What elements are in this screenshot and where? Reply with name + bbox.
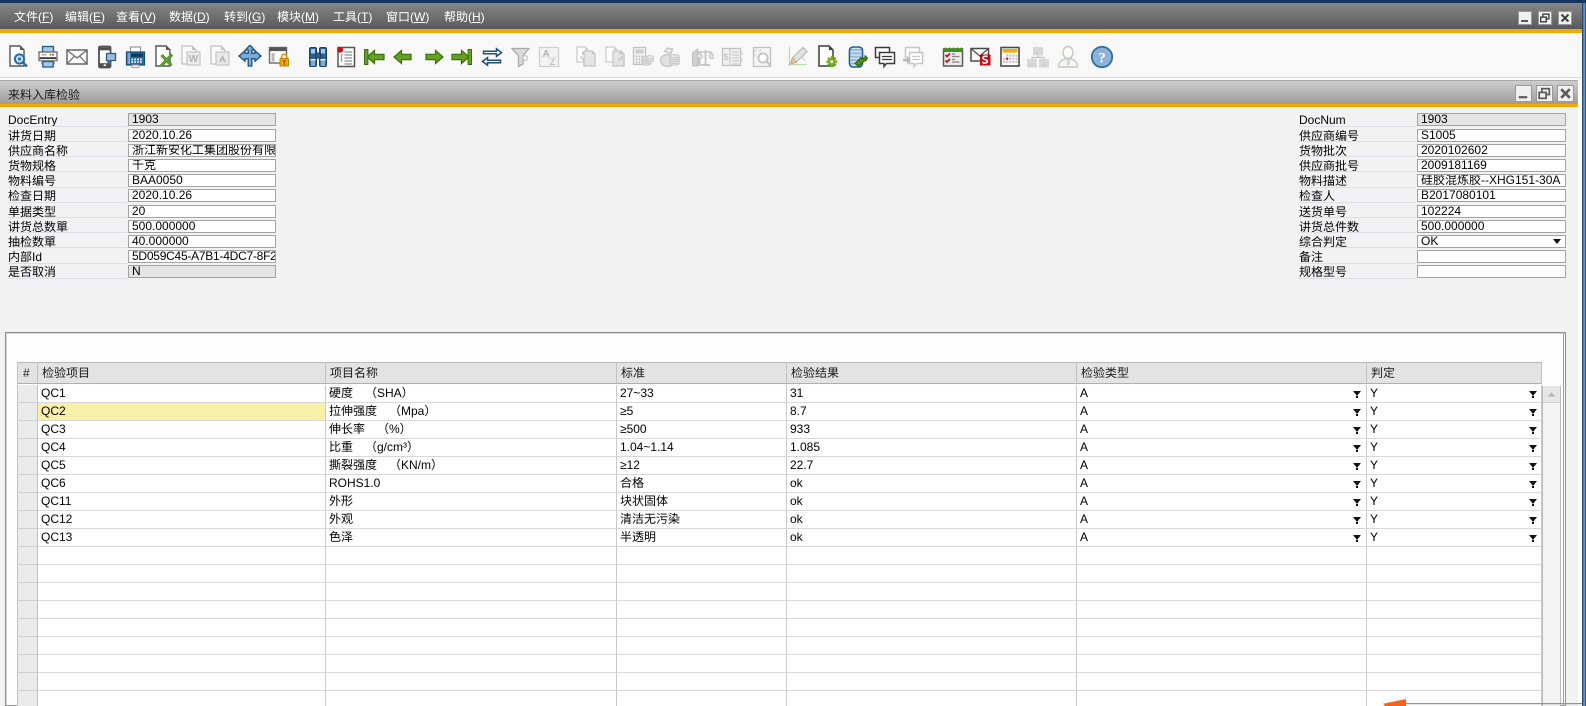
svg-text:Z: Z	[550, 57, 556, 68]
svg-text:T: T	[282, 60, 286, 67]
svg-text:W: W	[189, 54, 199, 65]
svg-text:?: ?	[1098, 51, 1106, 67]
svg-text:$: $	[723, 52, 728, 62]
svg-text:A: A	[543, 49, 550, 60]
